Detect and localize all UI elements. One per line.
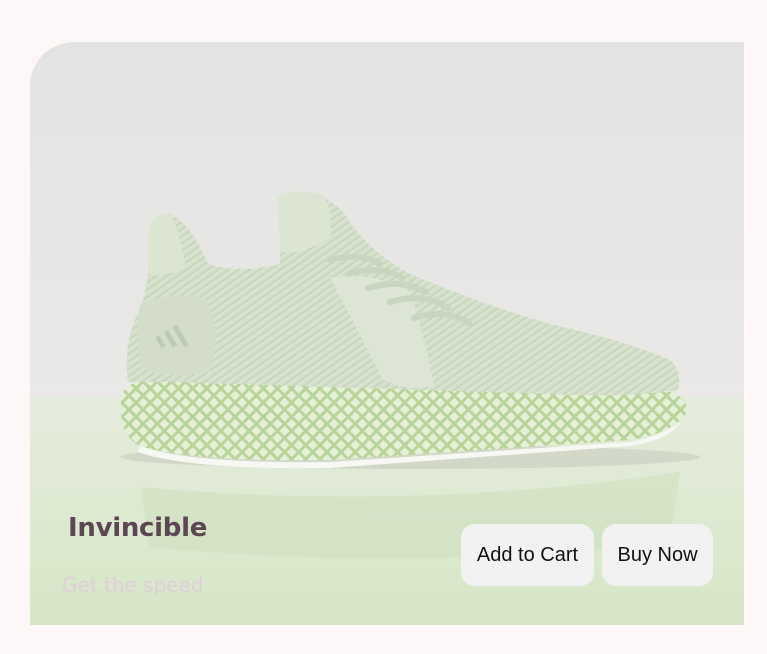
product-tagline: Get the speed bbox=[62, 573, 204, 597]
product-title: Invincible bbox=[68, 513, 208, 543]
page: Invincible Get the speed Add to Cart Buy… bbox=[0, 0, 767, 654]
add-to-cart-button[interactable]: Add to Cart bbox=[461, 524, 594, 586]
buy-now-button[interactable]: Buy Now bbox=[602, 524, 713, 586]
